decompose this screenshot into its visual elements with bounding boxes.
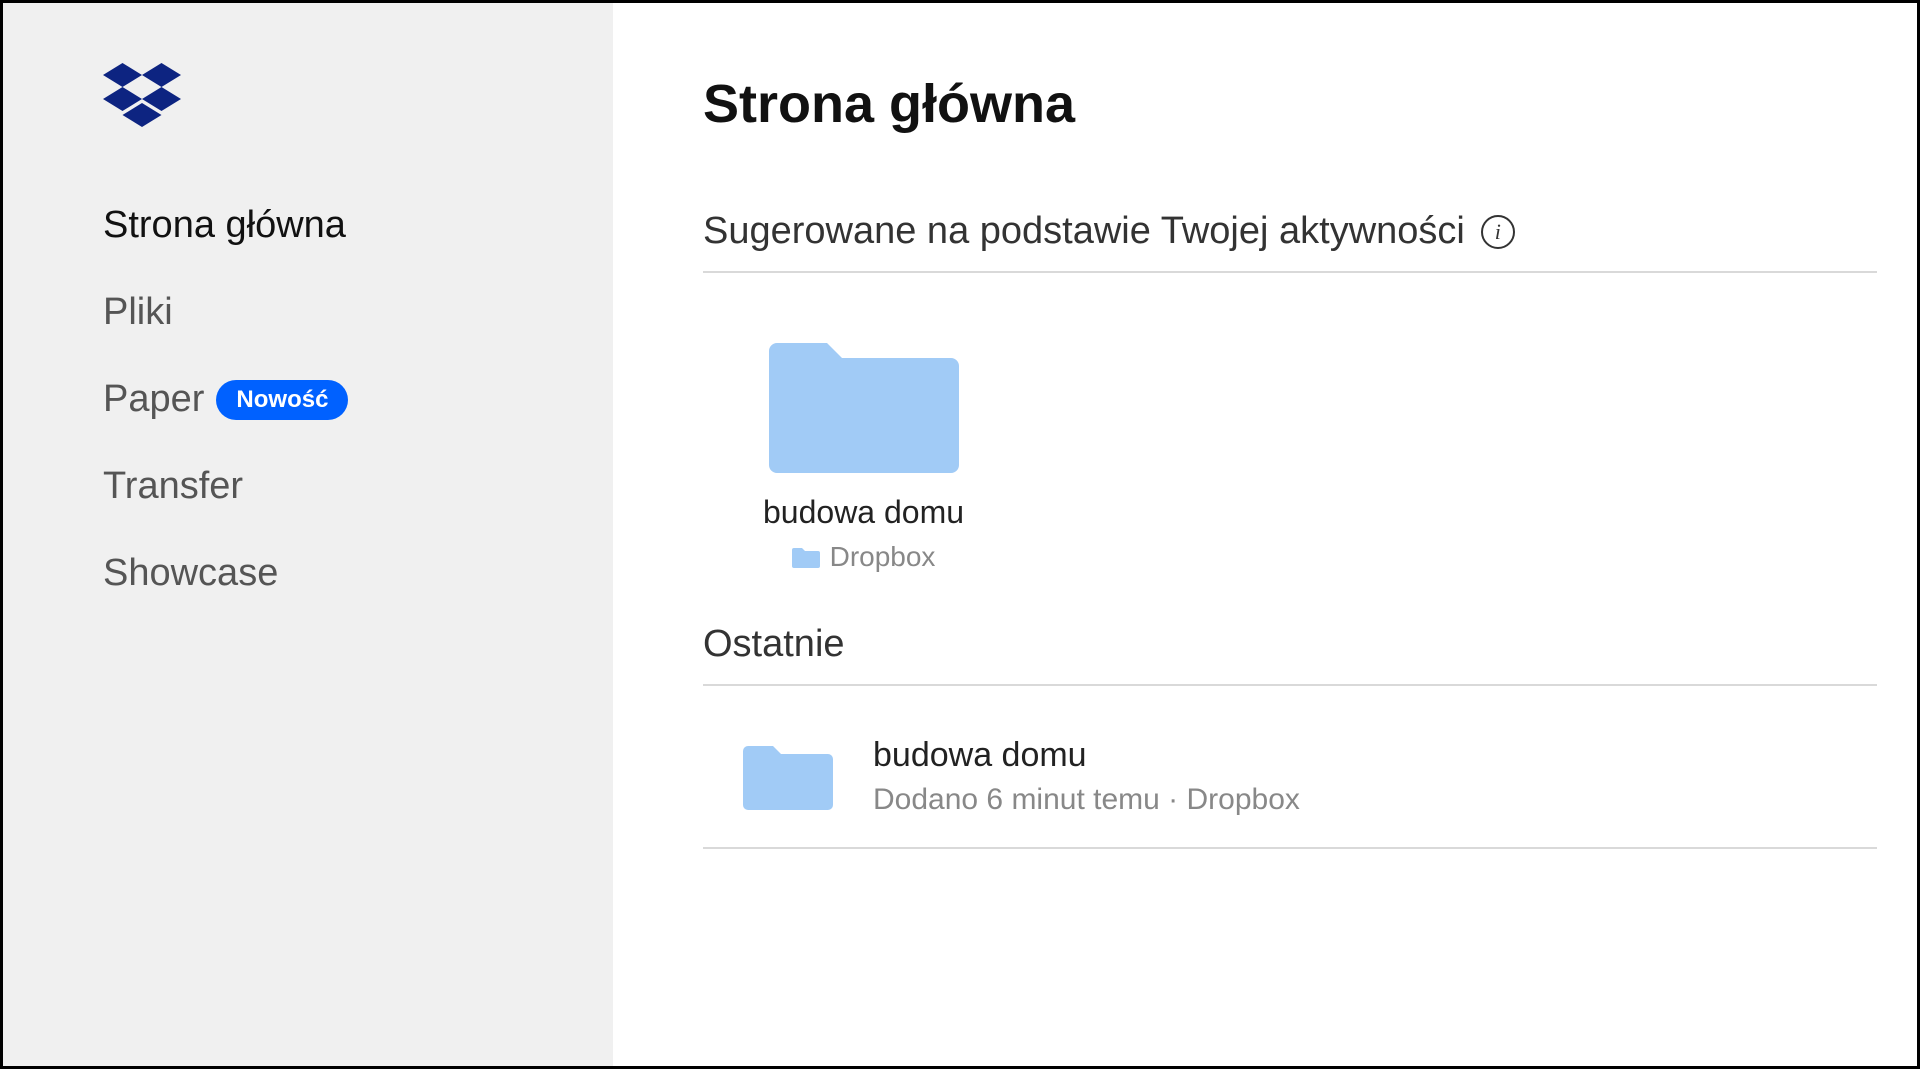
nav-list: Strona główna Pliki Paper Nowość Transfe…	[53, 204, 563, 595]
suggested-item-name: budowa domu	[763, 494, 964, 531]
divider	[703, 684, 1877, 686]
main-content: Strona główna Sugerowane na podstawie Tw…	[613, 3, 1917, 1066]
nav-label: Pliki	[103, 291, 173, 334]
recent-section: Ostatnie budowa domu Dodano 6 minut temu…	[703, 623, 1877, 849]
suggested-item[interactable]: budowa domu Dropbox	[703, 303, 1024, 583]
new-badge: Nowość	[216, 380, 348, 420]
suggested-item-location: Dropbox	[792, 541, 936, 573]
folder-small-icon	[792, 546, 820, 568]
nav-item-transfer[interactable]: Transfer	[103, 465, 563, 508]
recent-item-meta: Dodano 6 minut temu · Dropbox	[873, 783, 1300, 817]
dropbox-logo[interactable]	[53, 63, 563, 134]
recent-item-name: budowa domu	[873, 736, 1300, 775]
nav-item-home[interactable]: Strona główna	[103, 204, 563, 247]
suggested-section: Sugerowane na podstawie Twojej aktywnośc…	[703, 210, 1877, 583]
divider	[703, 847, 1877, 849]
suggested-heading: Sugerowane na podstawie Twojej aktywnośc…	[703, 210, 1877, 253]
nav-label: Showcase	[103, 552, 278, 595]
recent-item-text: budowa domu Dodano 6 minut temu · Dropbo…	[873, 736, 1300, 817]
nav-item-paper[interactable]: Paper Nowość	[103, 378, 563, 421]
recent-item[interactable]: budowa domu Dodano 6 minut temu · Dropbo…	[703, 716, 1877, 837]
nav-label: Strona główna	[103, 204, 346, 247]
suggested-item-location-text: Dropbox	[830, 541, 936, 573]
nav-item-showcase[interactable]: Showcase	[103, 552, 563, 595]
suggested-heading-text: Sugerowane na podstawie Twojej aktywnośc…	[703, 210, 1465, 253]
recent-heading-text: Ostatnie	[703, 623, 845, 666]
sidebar: Strona główna Pliki Paper Nowość Transfe…	[3, 3, 613, 1066]
nav-item-files[interactable]: Pliki	[103, 291, 563, 334]
recent-heading: Ostatnie	[703, 623, 1877, 666]
info-icon[interactable]: i	[1481, 215, 1515, 249]
folder-icon	[743, 738, 833, 815]
page-title: Strona główna	[703, 73, 1877, 135]
nav-label: Transfer	[103, 465, 243, 508]
nav-label: Paper	[103, 378, 204, 421]
folder-icon	[769, 323, 959, 478]
divider	[703, 271, 1877, 273]
